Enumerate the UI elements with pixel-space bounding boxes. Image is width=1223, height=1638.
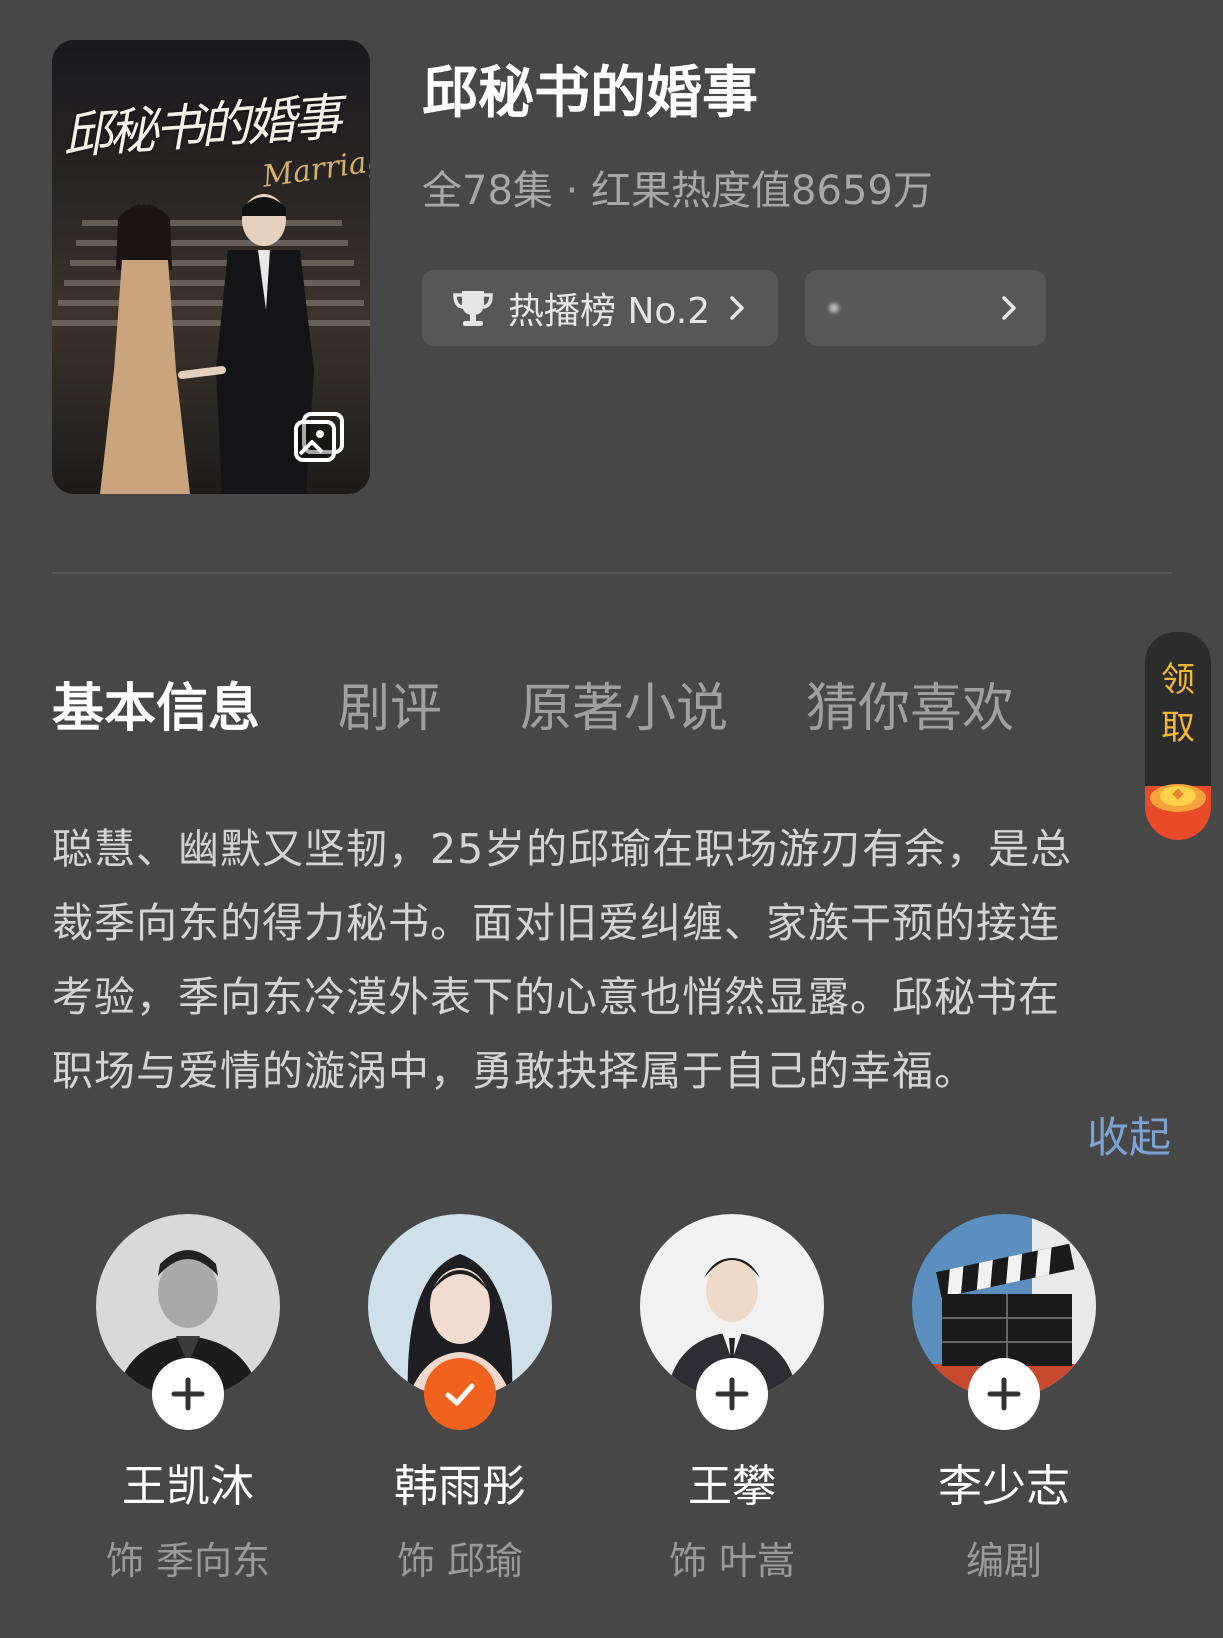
show-title: 邱秘书的婚事	[422, 61, 758, 126]
tab-original-novel[interactable]: 原著小说	[520, 666, 728, 741]
cast-role: 饰 季向东	[105, 1539, 271, 1583]
check-icon	[445, 1383, 475, 1406]
plus-icon	[171, 1377, 205, 1411]
cast-name: 王凯沐	[122, 1461, 254, 1512]
followed-button[interactable]	[424, 1358, 496, 1430]
plus-icon	[987, 1377, 1021, 1411]
chevron-right-icon	[1002, 296, 1016, 320]
collapse-button[interactable]: 收起	[1087, 1104, 1171, 1165]
description-line: 聪慧、幽默又坚韧，25岁的邱瑜在职场游刃有余，是总	[52, 825, 1073, 873]
blurred-content	[829, 303, 839, 313]
reward-label-1: 领	[1161, 660, 1195, 700]
follow-button[interactable]	[152, 1358, 224, 1430]
show-description: 聪慧、幽默又坚韧，25岁的邱瑜在职场游刃有余，是总 裁季向东的得力秘书。面对旧爱…	[52, 812, 1172, 1108]
tab-reviews[interactable]: 剧评	[338, 666, 442, 741]
image-gallery-icon[interactable]	[292, 408, 348, 464]
claim-reward-button[interactable]: 领 取	[1145, 632, 1211, 840]
show-meta: 全78集 · 红果热度值8659万	[422, 168, 933, 214]
follow-button[interactable]	[696, 1358, 768, 1430]
section-divider	[52, 572, 1172, 574]
description-line: 裁季向东的得力秘书。面对旧爱纠缠、家族干预的接连	[52, 899, 1060, 947]
tab-recommendations[interactable]: 猜你喜欢	[806, 666, 1014, 741]
cast-role: 编剧	[965, 1539, 1042, 1583]
cast-name: 李少志	[938, 1461, 1070, 1512]
cast-name: 韩雨彤	[394, 1461, 526, 1512]
ranking-label: 热播榜 No.2	[508, 291, 711, 332]
cast-role: 饰 邱瑜	[396, 1539, 524, 1583]
reward-label-2: 取	[1161, 708, 1195, 748]
description-line: 职场与爱情的漩涡中，勇敢抉择属于自己的幸福。	[52, 1047, 976, 1095]
trophy-icon	[453, 291, 493, 326]
follow-button[interactable]	[968, 1358, 1040, 1430]
cast-member[interactable]: 韩雨彤 饰 邱瑜	[324, 1214, 596, 1614]
tab-basic-info[interactable]: 基本信息	[52, 666, 260, 741]
cast-name: 王攀	[688, 1461, 776, 1512]
ranking-chip[interactable]: 热播榜 No.2	[422, 270, 778, 346]
cast-member[interactable]: 王攀 饰 叶嵩	[596, 1214, 868, 1614]
blurred-chip[interactable]	[805, 270, 1046, 346]
show-poster[interactable]: 邱秘书的婚事 Marriage	[52, 40, 370, 494]
cast-role: 饰 叶嵩	[668, 1539, 796, 1583]
cast-member[interactable]: 王凯沐 饰 季向东	[52, 1214, 324, 1614]
cast-list: 王凯沐 饰 季向东 韩雨彤 饰 邱瑜 王攀 饰 叶嵩 李少志 编剧	[0, 1214, 1223, 1634]
cast-member[interactable]: 李少志 编剧	[868, 1214, 1140, 1614]
description-line: 考验，季向东冷漠外表下的心意也悄然显露。邱秘书在	[52, 973, 1060, 1021]
chevron-right-icon	[730, 296, 744, 320]
plus-icon	[715, 1377, 749, 1411]
